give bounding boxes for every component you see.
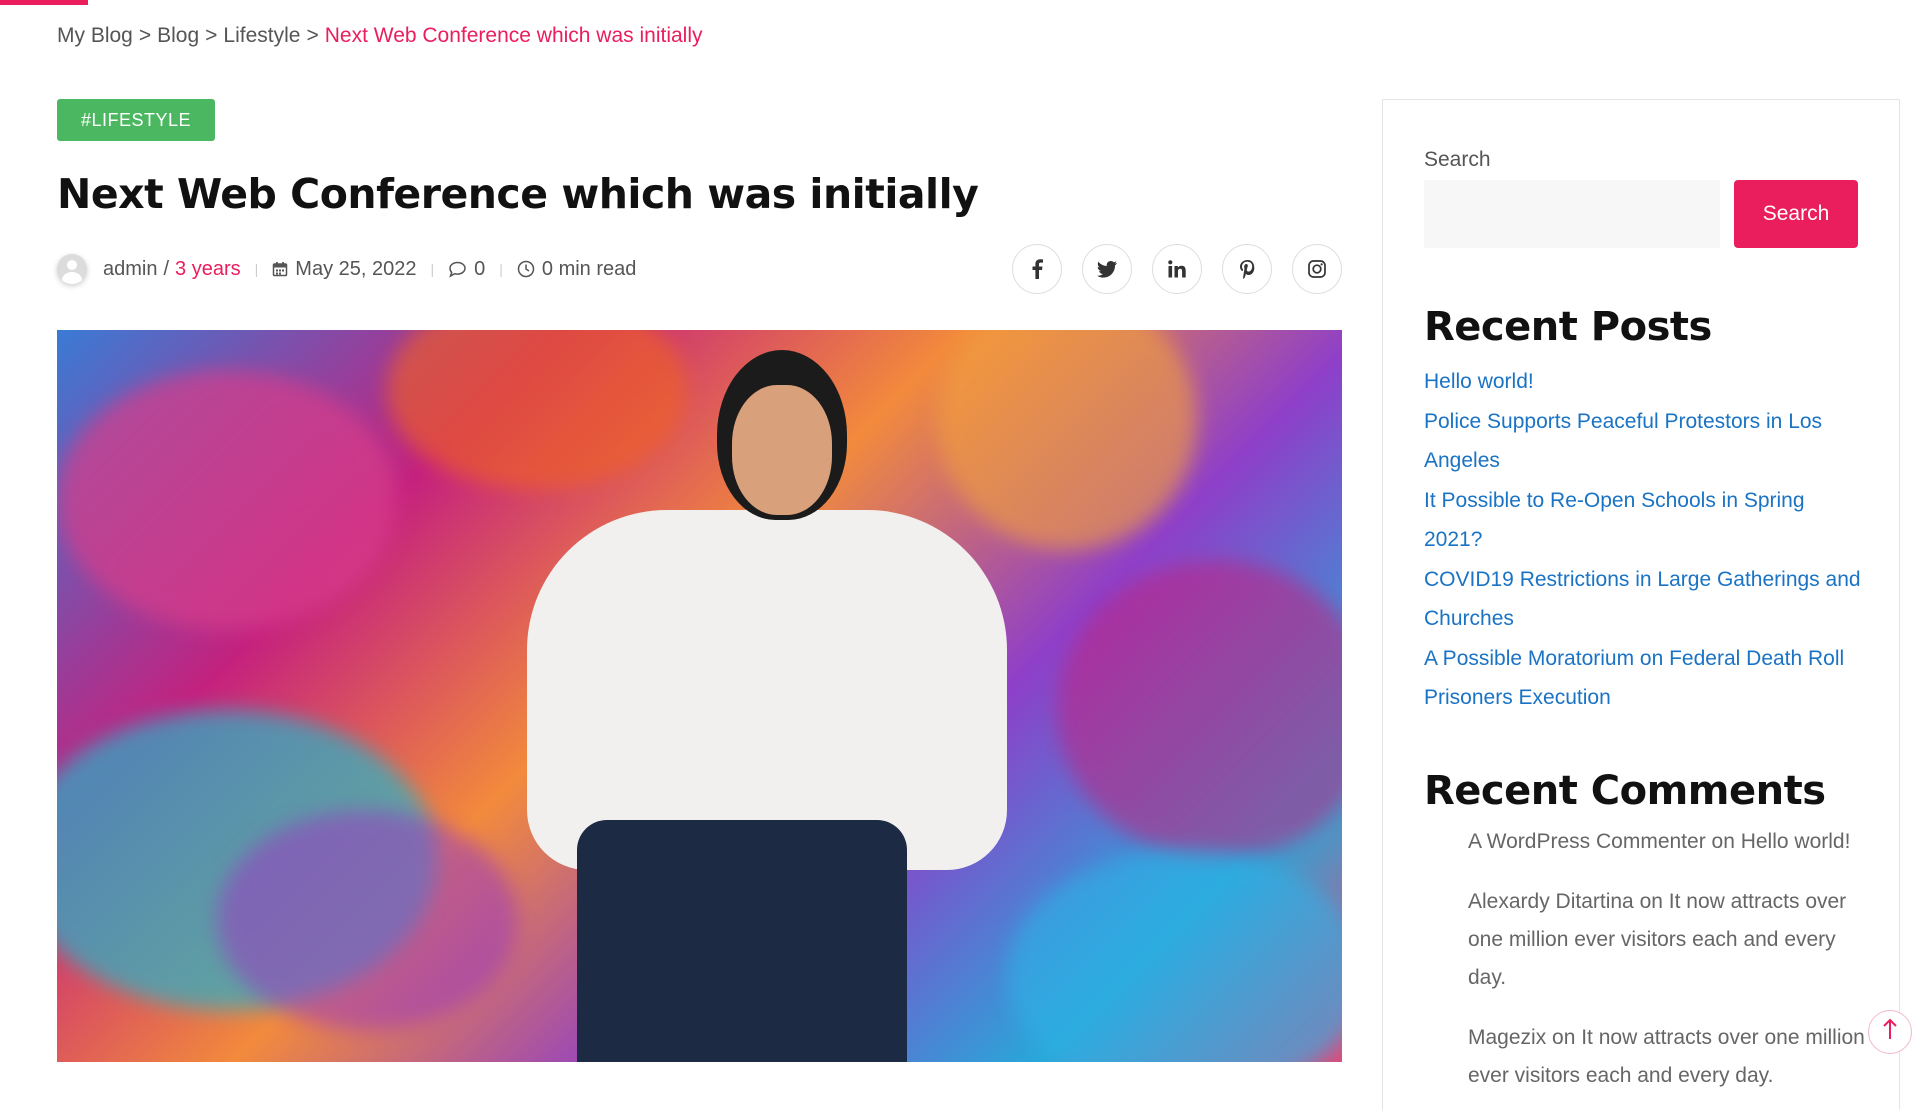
list-item: A Possible Moratorium on Federal Death R…: [1424, 639, 1864, 718]
twitter-icon[interactable]: [1082, 244, 1132, 294]
arrow-up-icon: [1882, 1018, 1898, 1047]
featured-image: [57, 330, 1342, 1062]
list-item: It Possible to Re-Open Schools in Spring…: [1424, 481, 1864, 560]
comment-item[interactable]: A WordPress Commenter on Hello world!: [1468, 823, 1868, 861]
recent-post-link[interactable]: COVID19 Restrictions in Large Gatherings…: [1424, 568, 1861, 631]
calendar-icon: [272, 261, 288, 277]
breadcrumb-blog[interactable]: Blog: [157, 24, 199, 47]
read-time: 0 min read: [541, 257, 637, 280]
breadcrumb: My Blog > Blog > Lifestyle > Next Web Conferen…: [57, 24, 703, 48]
breadcrumb-home[interactable]: My Blog: [57, 24, 133, 47]
author-separator: /: [163, 257, 170, 280]
pinterest-icon[interactable]: [1222, 244, 1272, 294]
recent-post-link[interactable]: It Possible to Re-Open Schools in Spring…: [1424, 489, 1805, 552]
post-meta-row: admin / 3 years | May 25, 2022 | 0 | 0 m…: [57, 244, 1342, 294]
post-title: Next Web Conference which was initially: [57, 170, 979, 218]
list-item: Hello world!: [1424, 362, 1864, 402]
recent-post-link[interactable]: Hello world!: [1424, 370, 1534, 393]
comment-item[interactable]: Alexardy Ditartina on It now attracts ov…: [1468, 883, 1868, 997]
category-tag[interactable]: #LIFESTYLE: [57, 99, 216, 141]
post-content: #LIFESTYLE Next Web Conference which was…: [57, 99, 1342, 1062]
post-meta: admin / 3 years | May 25, 2022 | 0 | 0 m…: [57, 244, 636, 294]
instagram-icon[interactable]: [1292, 244, 1342, 294]
facebook-icon[interactable]: [1012, 244, 1062, 294]
search-button[interactable]: Search: [1734, 180, 1858, 248]
comment-count[interactable]: 0: [474, 258, 485, 281]
list-item: Police Supports Peaceful Protestors in L…: [1424, 402, 1864, 481]
breadcrumb-current: Next Web Conference which was initially: [324, 24, 703, 47]
recent-post-link[interactable]: A Possible Moratorium on Federal Death R…: [1424, 647, 1844, 710]
breadcrumb-separator: >: [138, 24, 152, 47]
scroll-to-top-button[interactable]: [1868, 1010, 1912, 1054]
comment-item[interactable]: Magezix on It now attracts over one mill…: [1468, 1019, 1868, 1095]
reading-progress-bar: [0, 0, 88, 5]
author-name[interactable]: admin: [103, 258, 157, 281]
clock-icon: [517, 260, 535, 278]
recent-posts-title: Recent Posts: [1424, 304, 1712, 350]
breadcrumb-lifestyle[interactable]: Lifestyle: [223, 24, 300, 47]
comment-icon: [448, 261, 467, 278]
search-input[interactable]: [1424, 180, 1720, 248]
author-avatar[interactable]: [57, 254, 87, 284]
meta-divider: |: [430, 261, 435, 277]
recent-posts-list: Hello world! Police Supports Peaceful Pr…: [1424, 362, 1864, 718]
breadcrumb-separator: >: [205, 24, 218, 47]
recent-comments-title: Recent Comments: [1424, 768, 1826, 814]
post-time-ago[interactable]: 3 years: [175, 258, 241, 281]
post-date: May 25, 2022: [295, 257, 417, 280]
share-buttons: [1012, 244, 1342, 294]
search-label: Search: [1424, 148, 1491, 171]
meta-divider: |: [254, 261, 259, 277]
linkedin-icon[interactable]: [1152, 244, 1202, 294]
breadcrumb-separator: >: [306, 24, 319, 47]
recent-post-link[interactable]: Police Supports Peaceful Protestors in L…: [1424, 410, 1822, 473]
recent-comments-list: A WordPress Commenter on Hello world! Al…: [1468, 823, 1868, 1110]
list-item: COVID19 Restrictions in Large Gatherings…: [1424, 560, 1864, 639]
sidebar: Search Search Recent Posts Hello world! …: [1382, 99, 1900, 1110]
meta-divider: |: [499, 261, 503, 277]
